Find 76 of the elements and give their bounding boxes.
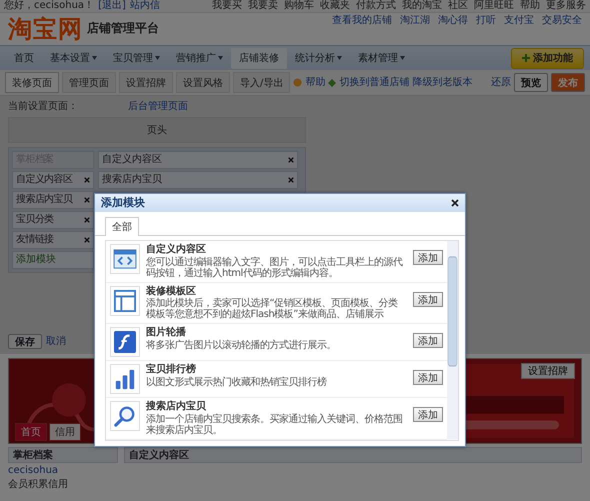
add-button[interactable]: 添加 xyxy=(413,370,443,385)
header-link[interactable]: 打听 xyxy=(476,15,496,26)
module-slot[interactable]: 自定义内容区 xyxy=(98,150,298,168)
module-slot[interactable]: 自定义内容区 xyxy=(12,170,94,188)
module-title: 图片轮播 xyxy=(146,327,187,338)
shop-tab[interactable]: 信用 xyxy=(49,423,81,441)
panel-header: 自定义内容区 xyxy=(124,447,582,463)
dialog-title: 添加模块 xyxy=(101,196,145,210)
header-link[interactable]: 支付宝 xyxy=(504,15,534,26)
top-link[interactable]: 更多服务 xyxy=(546,0,586,12)
logo: 淘宝网 xyxy=(8,15,83,43)
nav-tab[interactable]: 宝贝管理 xyxy=(105,48,168,68)
nav-tab[interactable]: 统计分析 xyxy=(287,48,350,68)
module-slot[interactable]: 搜索店内宝贝 xyxy=(12,190,94,208)
dialog-tab[interactable]: 全部 xyxy=(105,217,139,236)
sub-tab[interactable]: 设置招牌 xyxy=(119,72,173,93)
downgrade-link[interactable]: 降级到老版本 xyxy=(412,76,472,88)
save-button[interactable]: 保存 xyxy=(8,334,42,349)
help-link[interactable]: 帮助 xyxy=(305,76,326,88)
top-link[interactable]: 我的淘宝 xyxy=(402,0,442,12)
module-title: 装修模板区 xyxy=(146,286,197,297)
module-title: 搜索店内宝贝 xyxy=(146,401,207,412)
header-link[interactable]: 查看我的店铺 xyxy=(332,15,392,26)
module-description: 添加一个店铺内宝贝搜索条。买家通过输入关键词、价格范围来搜索店内宝贝。 xyxy=(146,414,404,436)
nav-tab[interactable]: 基本设置 xyxy=(42,48,105,68)
credit-text: 会员积累信用 xyxy=(8,478,69,490)
switch-store-link[interactable]: 切换到普通店铺 xyxy=(339,76,410,88)
greeting-text: 您好，cecisohua！ xyxy=(4,0,94,12)
set-sign-button[interactable]: 设置招牌 xyxy=(521,363,575,379)
top-link[interactable]: 收藏夹 xyxy=(320,0,350,12)
sub-tab[interactable]: 装修页面 xyxy=(5,72,59,93)
module-description: 将多张广告图片以滚动轮播的方式进行展示。 xyxy=(146,340,337,350)
add-button[interactable]: 添加 xyxy=(413,407,443,422)
module-slot[interactable]: 友情链接 xyxy=(12,230,94,248)
top-link[interactable]: 购物车 xyxy=(284,0,314,12)
top-link[interactable]: 我要卖 xyxy=(248,0,278,12)
restore-link[interactable]: 还原 xyxy=(491,76,511,88)
sub-tab[interactable]: 设置风格 xyxy=(176,72,230,93)
module-slot[interactable]: 宝贝分类 xyxy=(12,210,94,228)
preview-button[interactable]: 预览 xyxy=(514,73,548,92)
module-slot[interactable]: 搜索店内宝贝 xyxy=(98,170,298,188)
panel-header: 掌柜档案 xyxy=(8,447,118,463)
seller-link[interactable]: cecisohua xyxy=(8,465,118,476)
header-link[interactable]: 淘江湖 xyxy=(400,15,430,26)
header-link[interactable]: 淘心得 xyxy=(438,15,468,26)
page-header-block[interactable]: 页头 xyxy=(8,116,306,142)
module-description: 添加此模块后，卖家可以选择“促销区模板、页面模板、分类模板等您意想不到的超炫Flash模板”来做商品、店铺展示 xyxy=(146,298,399,320)
nav-tab[interactable]: 素材管理 xyxy=(350,48,413,68)
top-link[interactable]: 帮助 xyxy=(520,0,540,12)
module-description: 您可以通过编辑器输入文字、图片，可以点击工具栏上的源代码按钮，通过输入html代码的形式编辑内容。 xyxy=(146,256,404,278)
module-description: 以图文形式展示热门收藏和热销宝贝排行榜 xyxy=(146,376,328,388)
shop-tab[interactable]: 首页 xyxy=(15,423,47,441)
sub-tab[interactable]: 导入/导出 xyxy=(233,72,290,93)
add-feature-button[interactable]: 添加功能 xyxy=(511,48,584,68)
sub-tab[interactable]: 管理页面 xyxy=(62,72,116,93)
top-link[interactable]: 社区 xyxy=(448,0,468,12)
module-title: 自定义内容区 xyxy=(146,244,207,256)
publish-button[interactable]: 发布 xyxy=(551,73,585,92)
add-button[interactable]: 添加 xyxy=(413,292,443,306)
nav-tab[interactable]: 首页 xyxy=(6,48,42,68)
add-button[interactable]: 添加 xyxy=(413,250,443,265)
top-link[interactable]: 我要买 xyxy=(212,0,242,12)
nav-tab[interactable]: 店铺装修 xyxy=(231,48,287,68)
current-page-label: 当前设置页面： xyxy=(8,101,78,112)
current-page-link[interactable]: 后台管理页面 xyxy=(128,101,188,112)
platform-title: 店铺管理平台 xyxy=(87,22,159,36)
add-module-button[interactable]: 添加模块 xyxy=(12,250,94,268)
cancel-link[interactable]: 取消 xyxy=(46,336,66,348)
top-link[interactable]: 付款方式 xyxy=(356,0,396,12)
logout-link[interactable]: [退出] xyxy=(98,0,126,12)
add-button[interactable]: 添加 xyxy=(413,333,443,348)
nav-tab[interactable]: 营销推广 xyxy=(168,48,231,68)
header-link[interactable]: 交易安全 xyxy=(542,15,582,26)
messages-link[interactable]: 站内信 xyxy=(130,0,160,12)
top-link[interactable]: 阿里旺旺 xyxy=(474,0,514,12)
module-title: 宝贝排行榜 xyxy=(146,364,197,376)
